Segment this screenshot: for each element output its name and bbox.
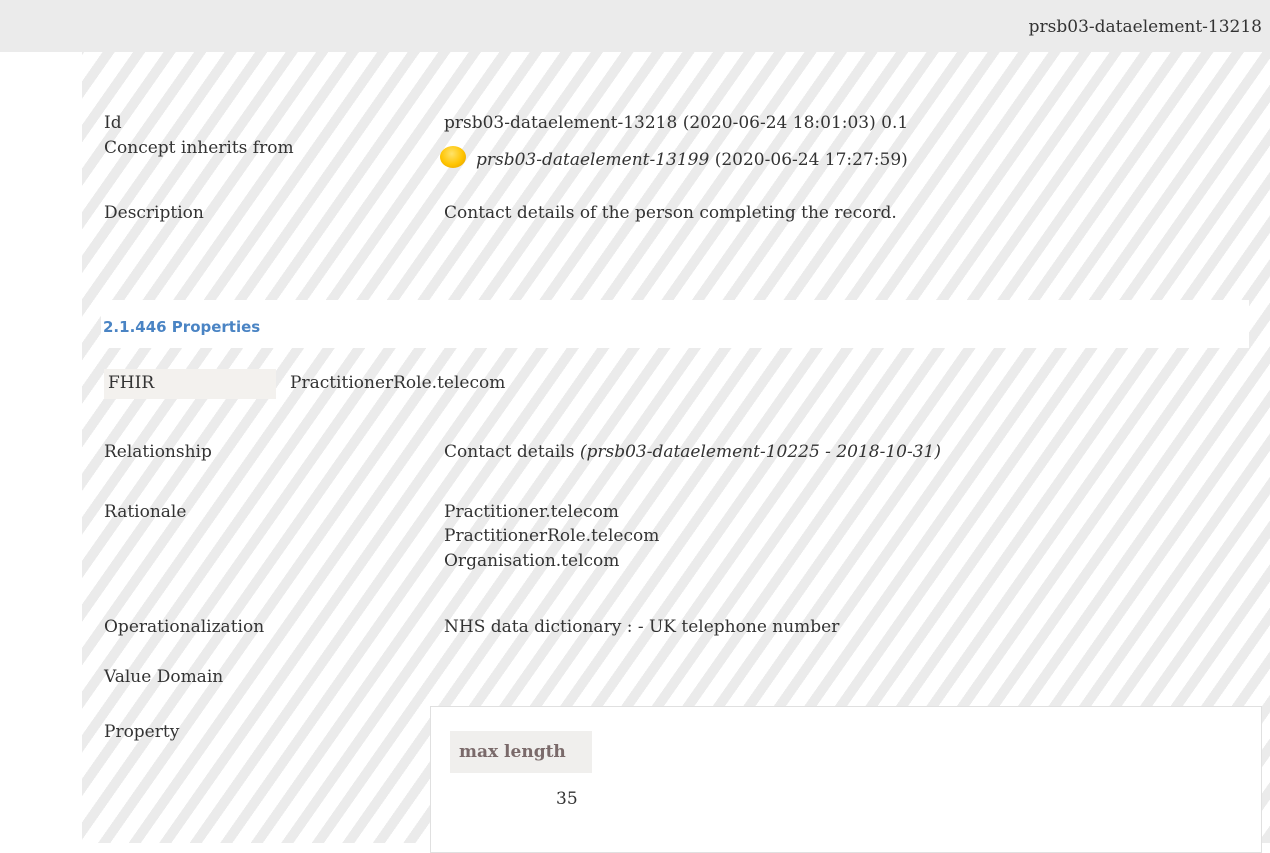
relationship-name: Contact details (444, 442, 580, 462)
relationship-label: Relationship (104, 442, 212, 462)
rationale-line-2: PractitionerRole.telecom (444, 526, 660, 546)
fhir-value: PractitionerRole.telecom (290, 373, 506, 393)
relationship-ref[interactable]: (prsb03-dataelement-10225 - 2018-10-31) (580, 442, 941, 462)
operationalization-value: NHS data dictionary : - UK telephone num… (444, 617, 840, 637)
property-label: Property (104, 722, 180, 742)
max-length-value: 35 (556, 789, 578, 809)
inherits-date: (2020-06-24 17:27:59) (709, 150, 908, 170)
relationship-value: Contact details (prsb03-dataelement-1022… (444, 442, 941, 463)
status-dot-icon (440, 146, 466, 168)
property-table-header: max length (450, 731, 592, 773)
max-length-header: max length (459, 742, 566, 762)
rationale-line-1: Practitioner.telecom (444, 502, 619, 522)
top-bar: prsb03-dataelement-13218 (0, 0, 1270, 52)
fhir-label: FHIR (108, 373, 155, 393)
inherits-label: Concept inherits from (104, 138, 294, 158)
property-table: max length 35 (430, 706, 1262, 853)
id-label: Id (104, 113, 122, 133)
inherits-value: prsb03-dataelement-13199 (2020-06-24 17:… (440, 146, 908, 171)
value-domain-label: Value Domain (104, 667, 224, 687)
properties-section-header: 2.1.446 Properties (101, 300, 1249, 348)
rationale-line-3: Organisation.telcom (444, 551, 620, 571)
rationale-label: Rationale (104, 502, 187, 522)
description-label: Description (104, 203, 204, 223)
element-id-title: prsb03-dataelement-13218 (1028, 17, 1262, 37)
description-value: Contact details of the person completing… (444, 203, 897, 223)
operationalization-label: Operationalization (104, 617, 265, 637)
fhir-key-cell: FHIR (104, 369, 276, 399)
properties-section-title: 2.1.446 Properties (103, 318, 261, 336)
id-value: prsb03-dataelement-13218 (2020-06-24 18:… (444, 113, 909, 133)
inherits-link[interactable]: prsb03-dataelement-13199 (476, 150, 709, 170)
